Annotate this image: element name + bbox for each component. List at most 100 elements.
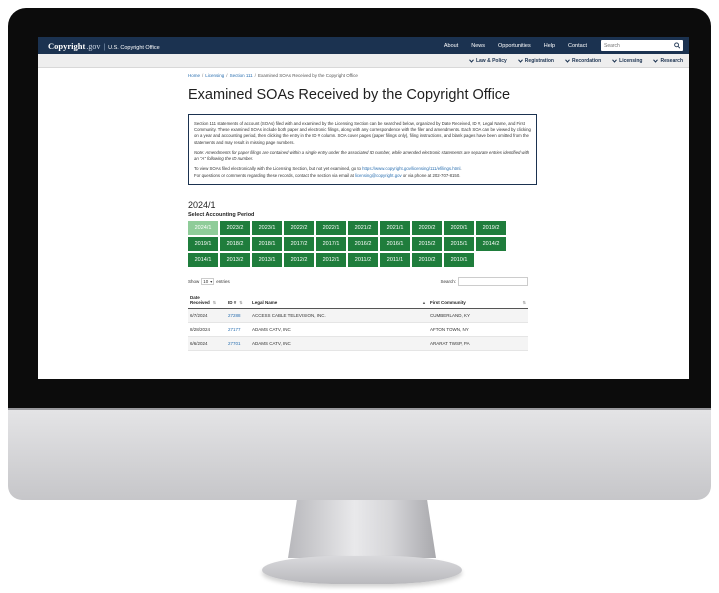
section-navigation: Law & Policy Registration Recordation Li… [38,54,689,68]
table-header-row: Date Received ⇅ ID # ⇅ Legal Name ▲ First C… [188,291,528,309]
sort-ascending-icon: ▲ [422,299,426,305]
intro-box: Section 111 statements of account (SOAs)… [188,114,537,185]
efilings-text: To view SOAs filed electronically with t… [194,166,361,172]
col-date-received[interactable]: Date Received ⇅ [188,291,226,309]
period-button-2013-2[interactable]: 2013/2 [220,252,250,267]
site-logo[interactable]: Copyright .gov | U.S. Copyright Office [48,41,160,51]
table-row: 8/28/2024 27177 ADAMS CATV, INC AFTON TO… [188,322,528,337]
logo-mark: Copyright [48,40,86,51]
cell-legal-name: ADAMS CATV, INC [250,322,428,337]
period-button-2011-2[interactable]: 2011/2 [348,252,378,267]
period-button-2012-1[interactable]: 2012/1 [316,252,346,267]
period-button-2023-2[interactable]: 2023/2 [220,220,250,235]
period-button-2022-2[interactable]: 2022/2 [284,220,314,235]
cell-id-link[interactable]: 27701 [226,336,250,351]
subnav-law-policy[interactable]: Law & Policy [469,58,507,64]
logo-gov: .gov [86,41,101,51]
breadcrumb-separator: / [254,73,256,78]
entries-length-select[interactable]: 10 ▾ [201,277,215,285]
period-button-2018-1[interactable]: 2018/1 [252,236,282,251]
subnav-research[interactable]: Research [653,58,683,64]
period-button-2020-2[interactable]: 2020/2 [412,220,442,235]
nav-opportunities[interactable]: Opportunities [498,43,531,49]
chevron-down-icon: ▾ [210,278,213,284]
period-button-2024-1[interactable]: 2024/1 [188,220,218,235]
col-first-community[interactable]: First Community ⇅ [428,291,528,309]
period-button-2023-1[interactable]: 2023/1 [252,220,282,235]
table-search-wrap: Search: [440,276,528,286]
logo-office-name: U.S. Copyright Office [108,44,160,51]
subnav-recordation[interactable]: Recordation [565,58,601,64]
breadcrumb-home[interactable]: Home [188,73,200,78]
period-button-2016-2[interactable]: 2016/2 [348,236,378,251]
col-id[interactable]: ID # ⇅ [226,291,250,309]
nav-news[interactable]: News [471,43,485,49]
subnav-licensing[interactable]: Licensing [612,58,642,64]
period-button-2010-1[interactable]: 2010/1 [444,252,474,267]
period-button-2015-1[interactable]: 2015/1 [444,236,474,251]
breadcrumb-separator: / [226,73,228,78]
site-search-input[interactable] [604,42,674,49]
cell-date: 8/28/2024 [188,322,226,337]
chevron-down-icon [517,58,523,63]
breadcrumb-section-111[interactable]: Section 111 [230,73,253,78]
period-button-2020-1[interactable]: 2020/1 [444,220,474,235]
intro-paragraph: Section 111 statements of account (SOAs)… [194,121,531,145]
cell-date: 6/7/2024 [188,308,226,323]
main-content: Home / Licensing / Section 111 / Examine… [188,68,538,351]
period-button-2011-1[interactable]: 2011/1 [380,252,410,267]
page-title: Examined SOAs Received by the Copyright … [188,87,511,103]
period-button-2017-2[interactable]: 2017/2 [284,236,314,251]
show-label: Show [188,278,200,284]
subnav-registration[interactable]: Registration [517,58,554,64]
period-button-2013-1[interactable]: 2013/1 [252,252,282,267]
nav-contact[interactable]: Contact [568,43,587,49]
table-row: 6/7/2024 27288 ACCESS CABLE TELEVISION, … [188,308,528,323]
table-search-input[interactable] [458,276,528,286]
period-button-2014-2[interactable]: 2014/2 [476,236,506,251]
efilings-link[interactable]: https://www.copyright.gov/licensing/111/… [362,166,460,171]
period-button-2021-2[interactable]: 2021/2 [348,220,378,235]
period-button-grid: 2024/1 2023/2 2023/1 2022/2 2022/1 2021/2 2021… [188,220,538,269]
search-icon[interactable] [673,42,680,49]
subnav-label: Recordation [571,57,602,64]
intro-note: Note: Amendments for paper filings are c… [194,149,530,162]
sort-icon: ⇅ [239,299,243,305]
table-search-label: Search: [440,278,456,284]
cell-first-community: CUMBERLAND, KY [428,308,528,323]
monitor-stand-neck [288,500,436,558]
period-button-2010-2[interactable]: 2010/2 [412,252,442,267]
period-button-2014-1[interactable]: 2014/1 [188,252,218,267]
cell-first-community: ARARAT TWSP, PA [428,336,528,351]
cell-date: 6/6/2024 [188,336,226,351]
cell-first-community: AFTON TOWN, NY [428,322,528,337]
period-button-2015-2[interactable]: 2015/2 [412,236,442,251]
period-button-2017-1[interactable]: 2017/1 [316,236,346,251]
contact-phone-text: or via phone at 202-707-8150. [402,172,461,178]
licensing-email-link[interactable]: licensing@copyright.gov [355,173,402,178]
entries-length-value: 10 [203,278,209,284]
period-button-2018-2[interactable]: 2018/2 [220,236,250,251]
chevron-down-icon [565,58,570,63]
period-button-2022-1[interactable]: 2022/1 [316,220,346,235]
sort-icon: ⇅ [522,299,526,305]
col-legal-name[interactable]: Legal Name ▲ [250,291,428,309]
nav-about[interactable]: About [444,43,458,49]
col-date-line2: Received [190,299,210,305]
monitor-chin [8,408,711,500]
period-button-2016-1[interactable]: 2016/1 [380,236,410,251]
cell-id-link[interactable]: 27177 [226,322,250,337]
period-button-2021-1[interactable]: 2021/1 [380,220,410,235]
period-button-2019-2[interactable]: 2019/2 [476,220,506,235]
subnav-label: Law & Policy [475,57,507,64]
period-button-2012-2[interactable]: 2012/2 [284,252,314,267]
intro-contact: To view SOAs filed electronically with t… [194,166,531,178]
chevron-down-icon [469,58,474,63]
breadcrumb-licensing[interactable]: Licensing [205,73,224,78]
cell-id-link[interactable]: 27288 [226,308,250,323]
entries-label: entries [216,278,230,284]
period-button-2019-1[interactable]: 2019/1 [188,236,218,251]
table-controls: Show 10 ▾ entries Search: [188,276,528,286]
logo-separator: | [103,43,106,51]
nav-help[interactable]: Help [544,43,555,49]
